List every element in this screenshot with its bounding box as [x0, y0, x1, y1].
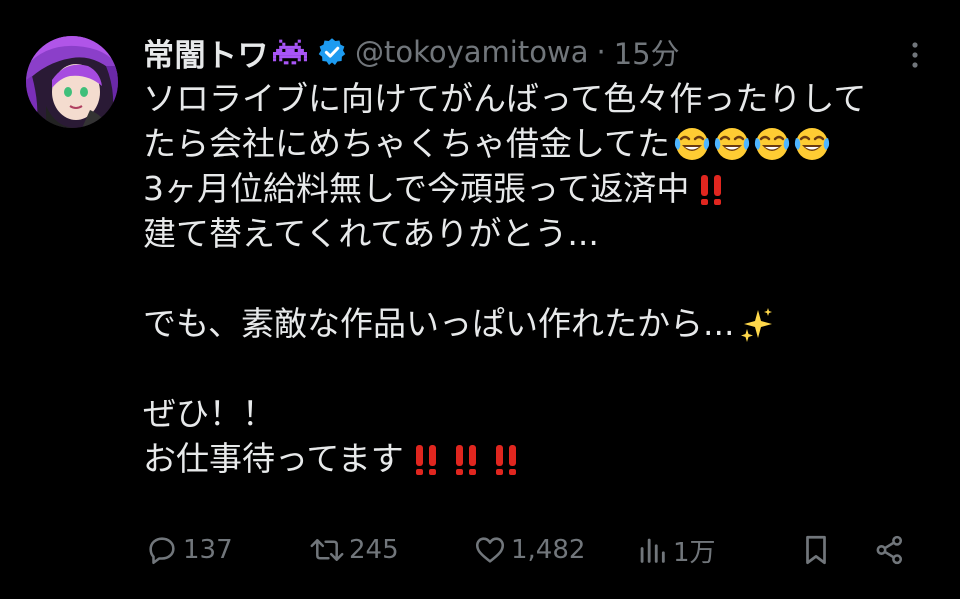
avatar[interactable]	[26, 36, 118, 128]
double-exclamation-icon	[415, 444, 436, 475]
joy-tears-icon	[754, 126, 791, 161]
double-exclamation-icon	[455, 444, 476, 475]
joy-tears-icon	[674, 126, 711, 161]
views-count: 1万	[673, 537, 716, 568]
separator-dot: ·	[596, 35, 606, 69]
tweet-text: ソロライブに向けてがんばって色々作ったりして たら会社にめちゃくちゃ借金してた …	[143, 76, 943, 481]
tweet-line-3: 3ヶ月位給料無しで今頑張って返済中	[143, 169, 690, 208]
joy-tears-icon	[794, 126, 831, 161]
more-options-icon[interactable]	[902, 38, 928, 72]
tweet-actions: 137 245 1,482 1万	[143, 527, 923, 573]
author-display-name[interactable]: 常闇トワ	[143, 30, 269, 75]
bookmark-icon	[806, 535, 826, 565]
tweet-line-8: ぜひ！！	[143, 394, 275, 433]
repost-count: 245	[349, 535, 399, 565]
like-button[interactable]: 1,482	[473, 527, 585, 573]
author-handle[interactable]: @tokoyamitowa	[355, 35, 588, 69]
reply-count: 137	[183, 535, 233, 565]
tweet-line-4: 建て替えてくれてありがとう...	[143, 214, 599, 253]
heart-icon	[475, 537, 505, 563]
tweet-line-2: たら会社にめちゃくちゃ借金してた	[143, 124, 671, 163]
tweet-line-6: でも、素敵な作品いっぱい作れたから...	[143, 304, 735, 343]
share-button[interactable]	[873, 527, 907, 573]
reply-icon	[149, 537, 175, 565]
space-invader-icon	[273, 39, 307, 65]
tweet-timestamp[interactable]: 15分	[614, 31, 680, 73]
double-exclamation-icon	[701, 174, 722, 205]
tweet-line-9: お仕事待ってます	[143, 439, 404, 478]
repost-button[interactable]: 245	[309, 527, 399, 573]
views-button[interactable]: 1万	[635, 527, 716, 573]
bookmark-button[interactable]	[799, 527, 833, 573]
verified-badge-icon[interactable]	[317, 37, 347, 67]
sparkles-icon	[741, 307, 773, 342]
joy-tears-icon	[714, 126, 751, 161]
tweet-line-1: ソロライブに向けてがんばって色々作ったりして	[143, 79, 867, 118]
repost-icon	[310, 539, 344, 561]
views-icon	[640, 538, 665, 563]
double-exclamation-icon	[495, 444, 516, 475]
reply-button[interactable]: 137	[145, 527, 233, 573]
share-icon	[876, 535, 903, 565]
like-count: 1,482	[511, 535, 586, 565]
